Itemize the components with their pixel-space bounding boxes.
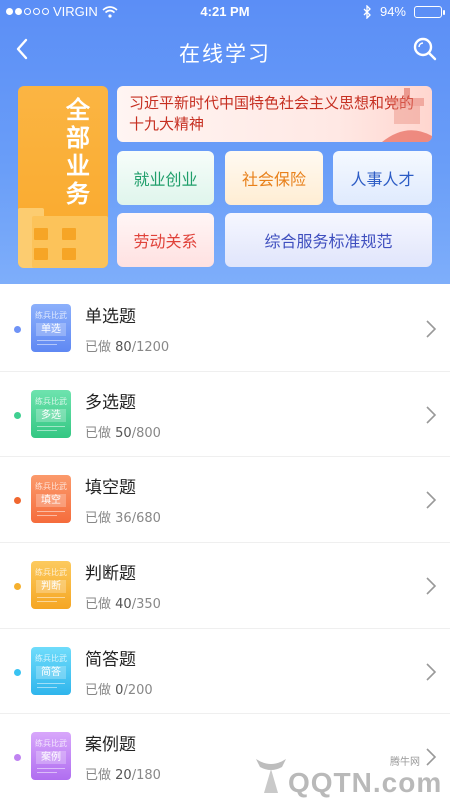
bullet-dot [14, 326, 21, 333]
tile-employment-label: 就业创业 [133, 170, 198, 189]
question-type-title: 多选题 [85, 392, 136, 413]
all-business-label: 全部业务 [66, 96, 90, 208]
tile-personnel[interactable]: 人事人才 [333, 151, 432, 205]
question-row-short-answer[interactable]: 练兵比武 简答 简答题 已做 0/200 [0, 629, 450, 715]
watermark-domain-text: QQTN.com [288, 767, 443, 798]
question-row-fill[interactable]: 练兵比武 填空 填空题 已做 36/680 [0, 457, 450, 544]
bullet-dot [14, 754, 21, 762]
page-title: 在线学习 [179, 42, 271, 66]
book-icon: 练兵比武 多选 [31, 389, 71, 438]
chevron-right-icon [426, 663, 437, 681]
bullet-dot [14, 583, 21, 591]
question-type-list: 练兵比武 单选 单选题 已做 80/1200 练兵比武 多选 多选题 已做 50… [0, 286, 450, 800]
question-row-multi[interactable]: 练兵比武 多选 多选题 已做 50/800 [0, 372, 450, 458]
status-bar: VIRGIN 4:21 PM 94% [0, 0, 450, 24]
book-icon: 练兵比武 案例 [31, 732, 71, 781]
tile-social-insurance-label: 社会保险 [241, 170, 306, 189]
progress-text: 已做 36/680 [85, 511, 161, 527]
banner-text: 习近平新时代中国特色社会主义思想和党的十九大精神 [129, 94, 415, 133]
book-icon: 练兵比武 单选 [31, 304, 71, 352]
book-icon: 练兵比武 简答 [31, 646, 71, 695]
question-type-title: 案例题 [85, 735, 136, 756]
question-type-title: 简答题 [85, 649, 136, 670]
question-row-judge[interactable]: 练兵比武 判断 判断题 已做 40/350 [0, 543, 450, 629]
tile-social-insurance[interactable]: 社会保险 [225, 151, 323, 205]
status-right: 94% [363, 4, 445, 19]
nav-bar: 在线学习 [0, 24, 450, 76]
tile-personnel-label: 人事人才 [350, 170, 415, 189]
book-icon: 练兵比武 判断 [31, 561, 71, 610]
chevron-right-icon [426, 491, 437, 509]
chevron-right-icon [426, 406, 437, 424]
tile-labor-relations[interactable]: 劳动关系 [117, 213, 214, 267]
progress-text: 已做 40/350 [85, 597, 161, 613]
bullet-dot [14, 411, 21, 419]
battery-icon [414, 5, 445, 18]
bullet-dot [14, 668, 21, 676]
theme-banner[interactable]: 习近平新时代中国特色社会主义思想和党的十九大精神 [117, 86, 432, 142]
watermark-logo-icon [256, 759, 286, 793]
progress-text: 已做 0/200 [85, 682, 153, 698]
all-business-card[interactable]: 全部业务 [18, 86, 108, 268]
question-type-title: 判断题 [85, 564, 136, 585]
watermark-small-text: 腾牛网 [390, 757, 420, 768]
question-row-single[interactable]: 练兵比武 单选 单选题 已做 80/1200 [0, 286, 450, 372]
bullet-dot [14, 497, 21, 505]
question-type-title: 填空题 [85, 478, 136, 499]
progress-text: 已做 20/180 [85, 768, 161, 784]
question-type-title: 单选题 [85, 307, 136, 327]
tiananmen-decoration-icon [382, 88, 432, 142]
chevron-right-icon [426, 320, 437, 338]
search-icon [413, 37, 437, 61]
tile-employment[interactable]: 就业创业 [117, 151, 214, 205]
bluetooth-icon [363, 4, 371, 19]
site-watermark: 腾牛网 QQTN.com [248, 745, 448, 800]
progress-text: 已做 50/800 [85, 425, 161, 441]
book-icon: 练兵比武 填空 [31, 475, 71, 524]
chevron-right-icon [426, 577, 437, 595]
search-button[interactable] [410, 34, 440, 64]
tile-service-standards-label: 综合服务标准规范 [264, 232, 393, 251]
progress-text: 已做 80/1200 [85, 340, 170, 355]
header-background: VIRGIN 4:21 PM 94% 在线学习 全部业务 习近平新时代中国特色社… [0, 0, 450, 284]
tile-service-standards[interactable]: 综合服务标准规范 [225, 213, 432, 267]
tile-labor-relations-label: 劳动关系 [133, 232, 198, 251]
battery-percent: 94% [379, 4, 406, 19]
